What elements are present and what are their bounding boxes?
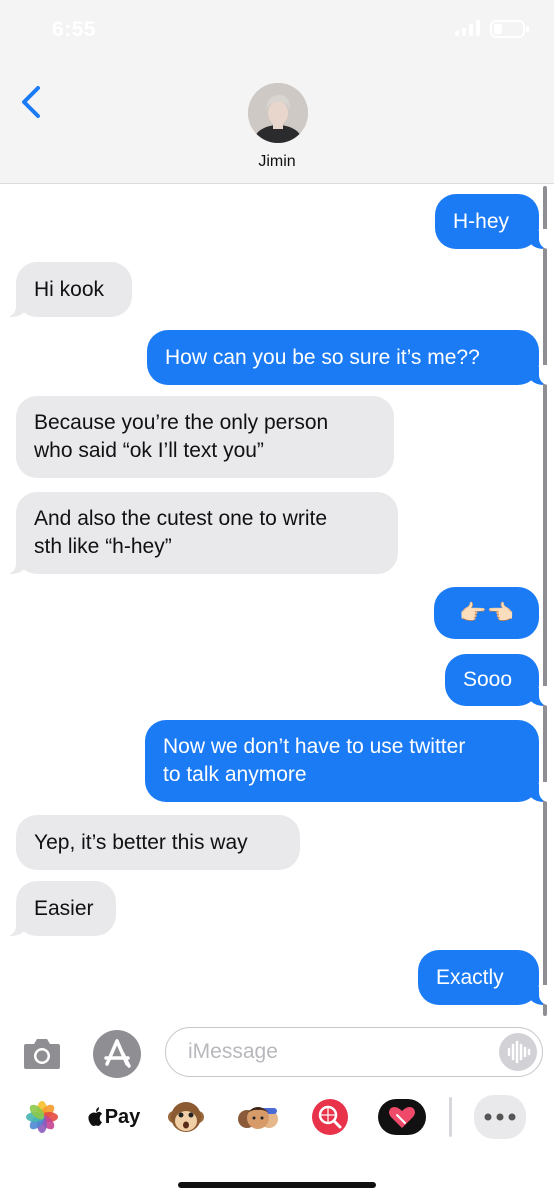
- message-text: Hi kook: [34, 277, 105, 301]
- apple-pay-app[interactable]: Pay: [88, 1095, 140, 1139]
- back-chevron-icon[interactable]: [14, 82, 54, 122]
- message-input[interactable]: iMessage: [165, 1027, 543, 1077]
- photos-app[interactable]: [16, 1095, 68, 1139]
- message-placeholder: iMessage: [188, 1040, 278, 1063]
- message-text: Easier: [34, 896, 94, 920]
- digital-touch-icon: [378, 1099, 426, 1135]
- digital-touch-app[interactable]: [376, 1095, 428, 1139]
- message-bubble-outgoing[interactable]: 👉🏻👈🏻: [434, 587, 539, 639]
- message-text: Now we don’t have to use twitter to talk…: [163, 735, 466, 786]
- memoji-app[interactable]: [232, 1095, 284, 1139]
- message-text: And also the cutest one to write sth lik…: [34, 507, 328, 558]
- message-bubble-incoming[interactable]: Yep, it’s better this way: [16, 815, 300, 870]
- apple-pay-label: Pay: [104, 1105, 141, 1128]
- message-text: Yep, it’s better this way: [34, 830, 248, 854]
- scroll-indicator[interactable]: [543, 186, 547, 1016]
- message-text: H-hey: [453, 209, 510, 233]
- message-bubble-outgoing[interactable]: Sooo: [445, 654, 551, 706]
- app-store-icon: [104, 1039, 131, 1068]
- message-bubble-incoming[interactable]: Easier: [4, 881, 116, 936]
- audio-message-button[interactable]: [499, 1033, 537, 1071]
- cellular-signal-icon: [455, 20, 480, 36]
- home-indicator[interactable]: [178, 1182, 376, 1188]
- waveform-icon: [507, 1040, 531, 1064]
- more-icon: [484, 1113, 516, 1121]
- app-drawer-divider: [449, 1097, 452, 1137]
- message-text: Exactly: [436, 965, 504, 989]
- message-bubble-outgoing[interactable]: H-hey: [435, 194, 551, 249]
- message-bubble-outgoing[interactable]: Exactly: [418, 950, 551, 1005]
- apple-pay-icon: Pay: [88, 1105, 141, 1129]
- message-text: How can you be so sure it’s me??: [165, 345, 480, 369]
- message-bubble-incoming[interactable]: And also the cutest one to write sth lik…: [4, 492, 398, 574]
- status-time: 6:55: [52, 18, 97, 41]
- app-store-button[interactable]: [93, 1030, 141, 1078]
- memoji-icon: [238, 1107, 278, 1129]
- search-images-icon: [312, 1099, 348, 1135]
- search-images-app[interactable]: [304, 1095, 356, 1139]
- message-text: Sooo: [463, 668, 513, 691]
- message-bubble-incoming[interactable]: Hi kook: [4, 262, 132, 317]
- message-text: Because you’re the only person who said …: [34, 411, 329, 462]
- animoji-icon: [168, 1102, 204, 1132]
- battery-icon: [490, 20, 529, 38]
- message-bubble-outgoing[interactable]: How can you be so sure it’s me??: [147, 330, 551, 385]
- contact-avatar[interactable]: [248, 83, 308, 143]
- message-bubble-outgoing[interactable]: Now we don’t have to use twitter to talk…: [145, 720, 551, 802]
- camera-icon[interactable]: [22, 1035, 62, 1071]
- contact-name[interactable]: Jimin: [0, 153, 554, 171]
- animoji-app[interactable]: [160, 1095, 212, 1139]
- conversation-header: 6:55 Jimin: [0, 0, 554, 184]
- more-apps-button[interactable]: [474, 1095, 526, 1139]
- message-text: 👉🏻👈🏻: [459, 600, 514, 625]
- photos-icon: [26, 1101, 58, 1133]
- message-bubble-incoming[interactable]: Because you’re the only person who said …: [16, 396, 394, 478]
